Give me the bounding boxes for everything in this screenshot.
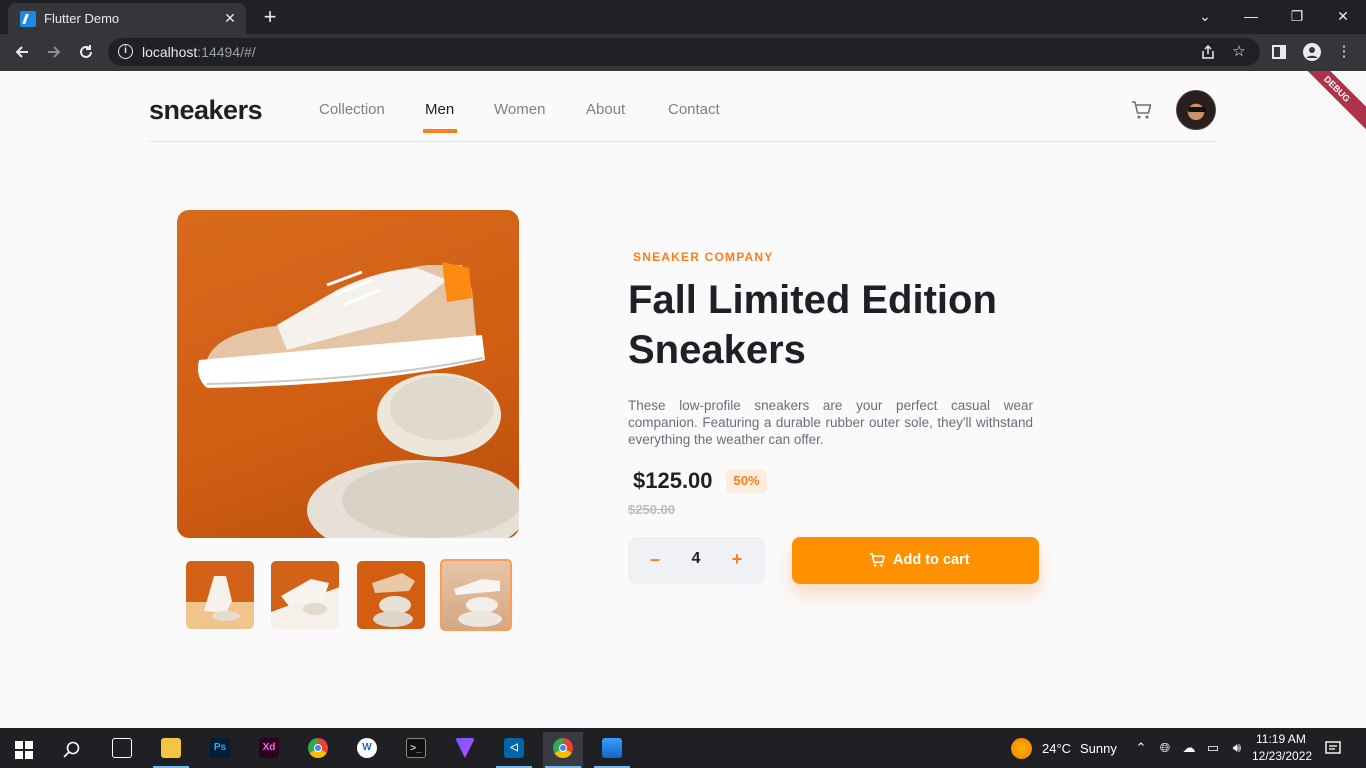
clock-date[interactable]: 12/23/2022 bbox=[1252, 749, 1312, 763]
decrease-quantity-button[interactable]: – bbox=[648, 549, 662, 569]
product-main-image[interactable] bbox=[177, 210, 519, 538]
current-price: $125.00 bbox=[633, 468, 713, 493]
side-panel-icon[interactable] bbox=[1266, 39, 1292, 65]
add-to-cart-button[interactable]: Add to cart bbox=[792, 537, 1039, 584]
url-text[interactable]: localhost:14494/#/ bbox=[142, 44, 256, 60]
weather-temp[interactable]: 24°C bbox=[1042, 741, 1071, 756]
clock-time[interactable]: 11:19 AM bbox=[1256, 732, 1306, 746]
chrome-active-icon[interactable] bbox=[543, 732, 583, 768]
task-view-icon[interactable] bbox=[102, 732, 142, 768]
discount-badge: 50% bbox=[726, 469, 767, 493]
quantity-stepper: – 4 + bbox=[628, 537, 765, 584]
photos-icon[interactable] bbox=[592, 732, 632, 768]
browser-tab[interactable]: Flutter Demo ✕ bbox=[8, 3, 246, 34]
thumbnail-2[interactable] bbox=[271, 561, 339, 629]
cart-icon bbox=[869, 553, 885, 567]
profile-icon[interactable] bbox=[1299, 39, 1325, 65]
language-globe-icon[interactable]: 🌐︎ bbox=[1157, 740, 1173, 756]
close-window-button[interactable]: ✕ bbox=[1320, 0, 1366, 32]
tab-title: Flutter Demo bbox=[44, 11, 120, 26]
tab-search-icon[interactable]: ⌄ bbox=[1182, 0, 1228, 32]
browser-toolbar: i localhost:14494/#/ ☆ ⋮ bbox=[0, 34, 1366, 71]
user-avatar[interactable] bbox=[1176, 90, 1216, 130]
header-divider bbox=[149, 141, 1216, 142]
nav-collection[interactable]: Collection bbox=[319, 101, 385, 118]
quantity-value: 4 bbox=[691, 550, 701, 567]
page: sneakers Collection Men Women About Cont… bbox=[0, 71, 1366, 728]
reload-icon[interactable] bbox=[72, 38, 100, 66]
search-icon[interactable] bbox=[52, 732, 92, 768]
battery-icon[interactable]: ▭ bbox=[1205, 740, 1221, 756]
bookmark-star-icon[interactable]: ☆ bbox=[1229, 42, 1249, 62]
weather-text[interactable]: Sunny bbox=[1080, 741, 1117, 756]
vpn-icon[interactable] bbox=[445, 732, 485, 768]
nav-about[interactable]: About bbox=[586, 101, 625, 118]
maximize-button[interactable]: ❐ bbox=[1274, 0, 1320, 32]
windows-start-icon[interactable] bbox=[4, 732, 44, 768]
nav-contact[interactable]: Contact bbox=[668, 101, 720, 118]
brand-logo[interactable]: sneakers bbox=[149, 95, 263, 126]
nav-men[interactable]: Men bbox=[425, 101, 454, 118]
thumbnail-4-selected[interactable] bbox=[440, 559, 512, 631]
cart-icon[interactable] bbox=[1131, 100, 1153, 120]
tab-close-icon[interactable]: ✕ bbox=[220, 8, 240, 28]
thumbnail-3[interactable] bbox=[357, 561, 425, 629]
product-description: These low-profile sneakers are your perf… bbox=[628, 398, 1033, 447]
product-title: Fall Limited Edition Sneakers bbox=[628, 278, 997, 372]
share-icon[interactable] bbox=[1198, 42, 1218, 62]
photoshop-icon[interactable]: Ps bbox=[200, 732, 240, 768]
active-nav-indicator bbox=[423, 129, 457, 133]
windows-taskbar: Ps Xd W >_ ◁ 24°C Sunny ⌃ 🌐︎ ☁ ▭ 🔊︎ 11:1… bbox=[0, 728, 1366, 768]
debug-banner: DEBUG bbox=[1292, 71, 1366, 134]
forward-arrow-icon[interactable] bbox=[40, 38, 68, 66]
weather-sun-icon[interactable] bbox=[1011, 738, 1032, 759]
increase-quantity-button[interactable]: + bbox=[729, 549, 745, 569]
original-price: $250.00 bbox=[628, 502, 675, 517]
notification-center-icon[interactable] bbox=[1325, 740, 1341, 756]
site-info-icon[interactable]: i bbox=[118, 44, 133, 59]
terminal-icon[interactable]: >_ bbox=[396, 732, 436, 768]
new-tab-button[interactable]: + bbox=[258, 6, 282, 30]
vscode-icon[interactable]: ◁ bbox=[494, 732, 534, 768]
volume-icon[interactable]: 🔊︎ bbox=[1229, 740, 1245, 756]
nav-women[interactable]: Women bbox=[494, 101, 545, 118]
thumbnail-1[interactable] bbox=[186, 561, 254, 629]
company-label: SNEAKER COMPANY bbox=[633, 250, 774, 264]
adobe-xd-icon[interactable]: Xd bbox=[249, 732, 289, 768]
back-arrow-icon[interactable] bbox=[8, 38, 36, 66]
browser-tabstrip: Flutter Demo ✕ + ⌄ — ❐ ✕ bbox=[0, 0, 1366, 34]
add-to-cart-label: Add to cart bbox=[893, 552, 970, 568]
app-w-icon[interactable]: W bbox=[347, 732, 387, 768]
flutter-favicon-icon bbox=[20, 11, 36, 27]
onedrive-cloud-icon[interactable]: ☁ bbox=[1181, 740, 1197, 756]
chrome-icon[interactable] bbox=[298, 732, 338, 768]
menu-kebab-icon[interactable]: ⋮ bbox=[1331, 39, 1357, 65]
sneaker-illustration bbox=[198, 262, 519, 538]
address-bar[interactable]: i localhost:14494/#/ ☆ bbox=[108, 38, 1260, 66]
file-explorer-icon[interactable] bbox=[151, 732, 191, 768]
minimize-button[interactable]: — bbox=[1228, 0, 1274, 32]
chevron-up-icon[interactable]: ⌃ bbox=[1133, 740, 1149, 756]
